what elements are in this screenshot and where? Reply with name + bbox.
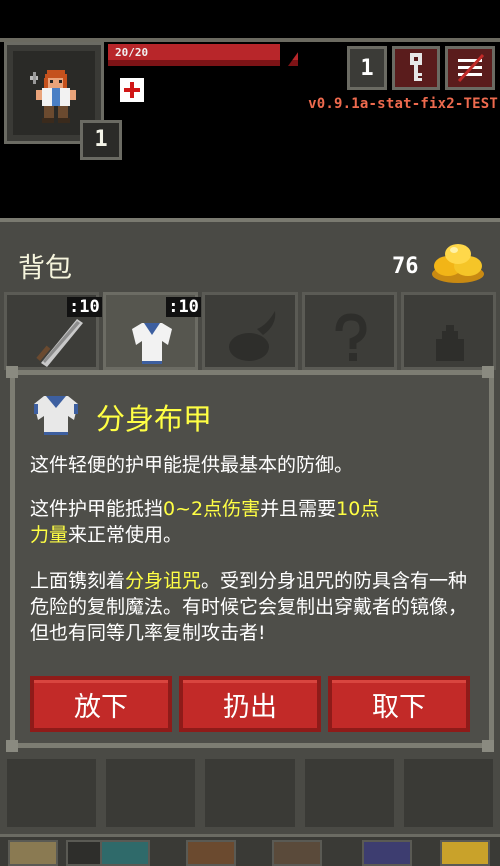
curse-name-highlight: 分身诅咒 xyxy=(125,570,202,592)
item-description-stats: 这件护甲能抵挡0~2点伤害并且需要10点力量来正常使用。 xyxy=(30,496,470,548)
backpack-title: 背包 xyxy=(18,253,72,284)
inventory-slot[interactable] xyxy=(4,756,100,830)
journal-key-button[interactable] xyxy=(392,46,440,90)
tab-pouch[interactable] xyxy=(400,292,497,370)
strength-label-highlight: 力量 xyxy=(30,524,69,546)
pouch-icon xyxy=(435,325,464,361)
unequip-button[interactable]: 取下 xyxy=(328,676,470,732)
quickslot[interactable] xyxy=(440,840,490,866)
armor-tab-count: :10 xyxy=(166,297,201,317)
gold-pile-icon xyxy=(432,244,484,283)
tab-rings[interactable] xyxy=(202,292,298,370)
quickslot[interactable] xyxy=(186,840,236,866)
tab-weapons[interactable]: :10 xyxy=(4,292,102,370)
version-label: v0.9.1a-stat-fix2-TEST xyxy=(308,96,498,112)
tab-armor[interactable]: :10 xyxy=(103,292,201,370)
gold-count: 76 xyxy=(392,254,419,279)
ring-icon xyxy=(229,311,276,361)
item-description-line1: 这件轻便的护甲能提供最基本的防御。 xyxy=(30,454,354,476)
hp-text: 20/20 xyxy=(115,46,149,59)
menu-button[interactable] xyxy=(445,46,495,90)
throw-button-label: 扔出 xyxy=(223,691,277,723)
menu-icon xyxy=(457,53,485,83)
stats-text: 这件护甲能抵挡 xyxy=(30,498,164,520)
drop-button-label: 放下 xyxy=(74,691,128,723)
item-description-curse: 上面镌刻着分身诅咒。受到分身诅咒的防具含有一种危险的复制魔法。有时候它会复制出穿… xyxy=(30,568,470,646)
quickslot[interactable] xyxy=(362,840,412,866)
depth-indicator[interactable]: 1 xyxy=(347,46,387,90)
hp-bar-end-cap xyxy=(280,44,304,66)
tab-unknown[interactable] xyxy=(301,292,397,370)
curse-text: 上面镌刻着 xyxy=(30,570,126,592)
inventory-slot[interactable] xyxy=(400,756,497,830)
inventory-slot[interactable] xyxy=(301,756,397,830)
stats-text: 并且需要 xyxy=(260,498,337,520)
hero-portrait-icon xyxy=(30,70,76,123)
dialog-corner xyxy=(482,740,494,752)
bag-tabs: :10 :10 xyxy=(4,292,497,370)
dialog-corner xyxy=(6,366,18,378)
question-icon xyxy=(335,313,367,361)
depth-value: 1 xyxy=(360,55,374,81)
quickslot[interactable] xyxy=(8,840,58,866)
health-cross-icon[interactable] xyxy=(120,78,144,102)
drop-button[interactable]: 放下 xyxy=(30,676,172,732)
inventory-slot[interactable] xyxy=(103,756,199,830)
quickslot[interactable] xyxy=(272,840,322,866)
inventory-slot[interactable] xyxy=(202,756,298,830)
item-title: 分身布甲 xyxy=(96,402,213,436)
dialog-corner xyxy=(6,740,18,752)
throw-button[interactable]: 扔出 xyxy=(179,676,321,732)
hero-level-badge: 1 xyxy=(80,120,122,160)
inventory-row xyxy=(4,756,497,830)
unequip-button-label: 取下 xyxy=(372,691,426,723)
damage-block-highlight: 0~2点伤害 xyxy=(163,498,261,520)
key-icon xyxy=(410,53,422,81)
hp-bar-shade xyxy=(108,60,298,66)
quickslot[interactable] xyxy=(100,840,150,866)
dialog-corner xyxy=(482,366,494,378)
cloth-armor-icon xyxy=(34,396,78,435)
strength-value-highlight: 10点 xyxy=(336,498,380,520)
weapon-tab-count: :10 xyxy=(67,297,102,317)
stats-text: 来正常使用。 xyxy=(68,524,183,546)
